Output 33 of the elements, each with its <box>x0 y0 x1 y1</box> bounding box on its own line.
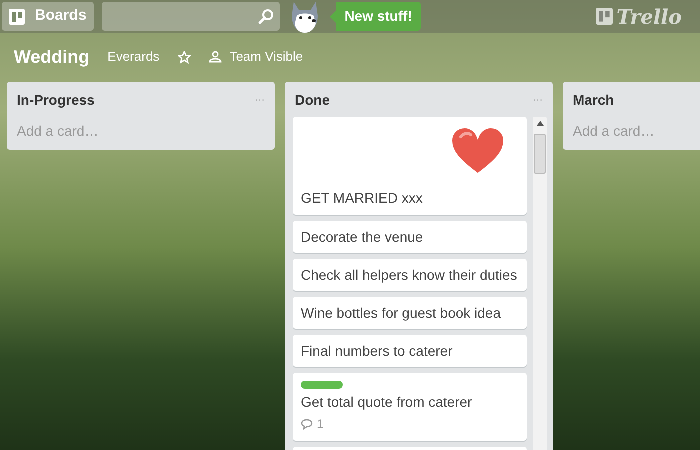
card[interactable]: Decorate the venue <box>293 221 527 253</box>
add-card-link[interactable]: Add a card… <box>563 117 700 150</box>
scroll-thumb[interactable] <box>534 134 546 174</box>
card-title: GET MARRIED xxx <box>301 189 424 207</box>
speech-pointer-icon <box>330 10 336 22</box>
comment-icon <box>301 418 313 430</box>
scrollbar[interactable] <box>533 117 547 450</box>
list-menu-button[interactable]: ··· <box>533 96 543 106</box>
add-card-link[interactable]: Add a card… <box>7 117 275 150</box>
board-title: Wedding <box>14 46 90 69</box>
card[interactable]: Get total quote from caterer 1 <box>293 373 527 441</box>
list-menu-button[interactable]: ··· <box>255 96 265 106</box>
people-icon <box>208 51 222 63</box>
card-title: Get total quote from caterer <box>301 393 474 411</box>
card[interactable]: Final numbers to caterer <box>293 335 527 367</box>
card[interactable]: Check all helpers know their duties <box>293 259 527 291</box>
search-icon <box>258 8 274 24</box>
trello-logo-icon <box>596 8 613 25</box>
visibility-button[interactable]: Team Visible <box>208 47 304 67</box>
card[interactable]: Wine bottles for guest book idea <box>293 297 527 329</box>
trello-logo: Trello <box>616 4 682 30</box>
scroll-up-icon[interactable] <box>536 121 544 126</box>
list-title: Done <box>295 91 330 110</box>
card[interactable]: GET MARRIED xxx <box>293 117 527 215</box>
list-title: In-Progress <box>17 91 95 110</box>
new-stuff-badge[interactable]: New stuff! <box>336 2 422 31</box>
star-icon[interactable] <box>178 50 191 64</box>
comment-count: 1 <box>317 416 324 433</box>
list-title: March <box>573 91 614 110</box>
search-field[interactable] <box>102 2 280 31</box>
boards-button[interactable]: Boards <box>2 2 94 31</box>
board-icon <box>9 8 25 24</box>
team-link[interactable]: Everards <box>108 47 160 67</box>
